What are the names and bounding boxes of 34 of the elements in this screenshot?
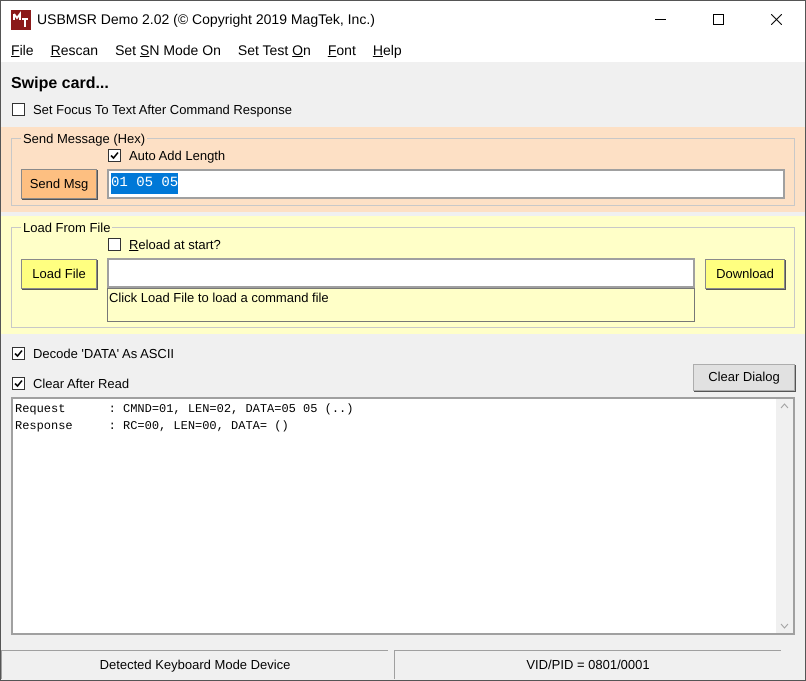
file-path-input[interactable] xyxy=(107,258,695,288)
menu-item[interactable]: Help xyxy=(372,40,402,60)
log-line: Request : CMND=01, LEN=02, DATA=05 05 (..) xyxy=(15,400,354,418)
checkbox-label: Decode 'DATA' As ASCII xyxy=(33,344,174,362)
hint-text: Click Load File to load a command file xyxy=(107,288,695,322)
log-line: Response : RC=00, LEN=00, DATA= () xyxy=(15,418,290,434)
menu-item[interactable]: Rescan xyxy=(50,40,98,60)
clear-dialog-button[interactable]: Clear Dialog xyxy=(693,364,795,390)
menu-item[interactable]: Set SN Mode On xyxy=(115,40,221,60)
status-heading: Swipe card... xyxy=(11,74,110,94)
checkbox-label: Clear After Read xyxy=(33,375,130,393)
status-bar-panel: Detected Keyboard Mode Device xyxy=(1,650,388,679)
group-title: Load From File xyxy=(22,218,112,236)
maximize-icon[interactable] xyxy=(712,14,724,25)
checkbox-label: Reload at start? xyxy=(129,236,221,254)
group-title: Send Message (Hex) xyxy=(22,130,146,148)
message-input[interactable]: 01 05 05 xyxy=(107,168,785,198)
close-icon[interactable] xyxy=(770,14,782,25)
status-bar-panel: VID/PID = 0801/0001 xyxy=(394,650,781,679)
checkbox-label: Set Focus To Text After Command Response xyxy=(33,101,292,119)
load-file-button[interactable]: Load File xyxy=(21,258,97,288)
download-button[interactable]: Download xyxy=(705,258,785,288)
checkbox[interactable] xyxy=(12,346,25,360)
checkbox[interactable] xyxy=(108,149,121,162)
checkbox[interactable] xyxy=(12,103,25,116)
checkbox-label: Auto Add Length xyxy=(129,147,226,165)
checkbox[interactable] xyxy=(12,377,25,390)
menu-item[interactable]: File xyxy=(11,40,34,60)
menu-item[interactable]: Set Test On xyxy=(238,40,311,60)
window-title: USBMSR Demo 2.02 (© Copyright 2019 MagTek, Inc.) xyxy=(37,10,375,29)
send-msg-button[interactable]: Send Msg xyxy=(21,168,97,198)
app-logo-icon xyxy=(11,10,31,30)
checkbox[interactable] xyxy=(108,238,121,252)
menu-item[interactable]: Font xyxy=(328,40,356,60)
